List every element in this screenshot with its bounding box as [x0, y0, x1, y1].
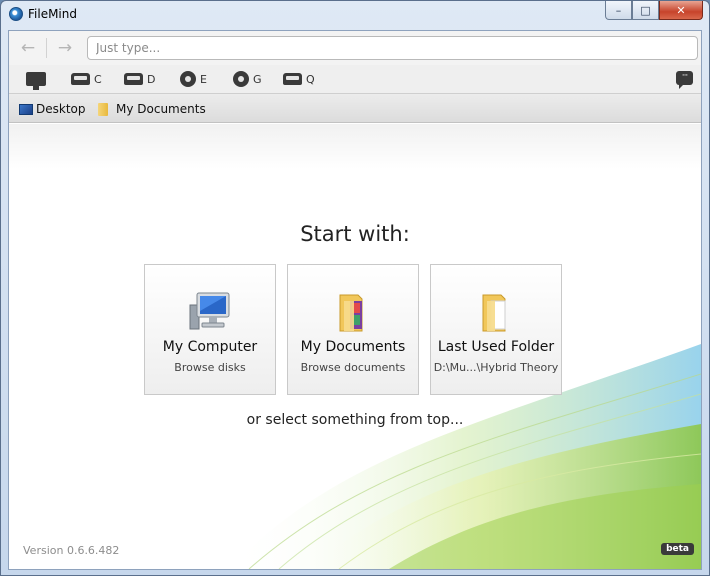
close-button[interactable]: ✕ — [659, 1, 703, 20]
favorite-label: My Documents — [116, 102, 206, 116]
folder-icon — [482, 294, 506, 332]
tile-subtitle: D:\Mu...\Hybrid Theory — [433, 361, 559, 374]
favorite-label: Desktop — [36, 102, 86, 116]
tile-my-documents[interactable]: My Documents Browse documents — [287, 264, 419, 395]
documents-folder-icon — [339, 294, 363, 332]
drive-letter: D — [147, 72, 156, 86]
cd-icon — [180, 71, 196, 87]
folder-icon — [98, 102, 108, 116]
start-heading: Start with: — [300, 222, 410, 246]
drive-g[interactable]: G — [233, 69, 262, 89]
client-area: ← → C D E G — [8, 30, 702, 570]
drive-d[interactable]: D — [124, 69, 155, 89]
favorite-desktop[interactable]: Desktop — [19, 101, 86, 117]
favorites-bar: Desktop My Documents — [9, 93, 701, 123]
drive-letter: Q — [306, 72, 315, 86]
version-label: Version 0.6.6.482 — [23, 544, 120, 557]
hdd-icon — [283, 73, 302, 85]
beta-badge: beta — [661, 543, 694, 555]
tile-title: My Documents — [300, 339, 406, 355]
hdd-icon — [124, 73, 143, 85]
drive-c[interactable]: C — [71, 69, 102, 89]
tile-subtitle: Browse documents — [300, 361, 406, 374]
back-button[interactable]: ← — [17, 37, 39, 59]
computer-icon — [189, 292, 230, 330]
window-title: FileMind — [28, 7, 77, 21]
select-hint: or select something from top... — [246, 412, 464, 428]
start-page: Start with: My Computer Browse disks My … — [9, 124, 701, 569]
feedback-chat-icon[interactable]: ··· — [676, 71, 693, 89]
drives-bar: C D E G Q ··· — [9, 65, 701, 93]
drive-e[interactable]: E — [180, 69, 207, 89]
drive-computer[interactable] — [26, 69, 50, 90]
drive-letter: G — [253, 72, 262, 86]
navigation-bar: ← → — [9, 31, 701, 65]
desktop-icon — [19, 103, 33, 115]
cd-icon — [233, 71, 249, 87]
filemind-app-icon — [9, 7, 23, 21]
drive-letter: E — [200, 72, 207, 86]
title-bar[interactable]: FileMind – □ ✕ — [1, 1, 709, 27]
maximize-button[interactable]: □ — [632, 1, 659, 20]
tile-last-used-folder[interactable]: Last Used Folder D:\Mu...\Hybrid Theory — [430, 264, 562, 395]
tile-my-computer[interactable]: My Computer Browse disks — [144, 264, 276, 395]
forward-button[interactable]: → — [54, 37, 76, 59]
tile-subtitle: Browse disks — [174, 361, 246, 374]
minimize-button[interactable]: – — [605, 1, 632, 20]
app-window: FileMind – □ ✕ ← → C D — [0, 0, 710, 576]
hdd-icon — [71, 73, 90, 85]
nav-divider — [46, 38, 47, 58]
search-input[interactable] — [87, 36, 698, 60]
favorite-my-documents[interactable]: My Documents — [98, 101, 206, 117]
tile-title: My Computer — [162, 339, 258, 355]
window-controls: – □ ✕ — [605, 1, 703, 21]
drive-letter: C — [94, 72, 102, 86]
computer-icon — [26, 72, 46, 90]
drive-q[interactable]: Q — [283, 69, 315, 89]
tile-title: Last Used Folder — [437, 339, 555, 355]
